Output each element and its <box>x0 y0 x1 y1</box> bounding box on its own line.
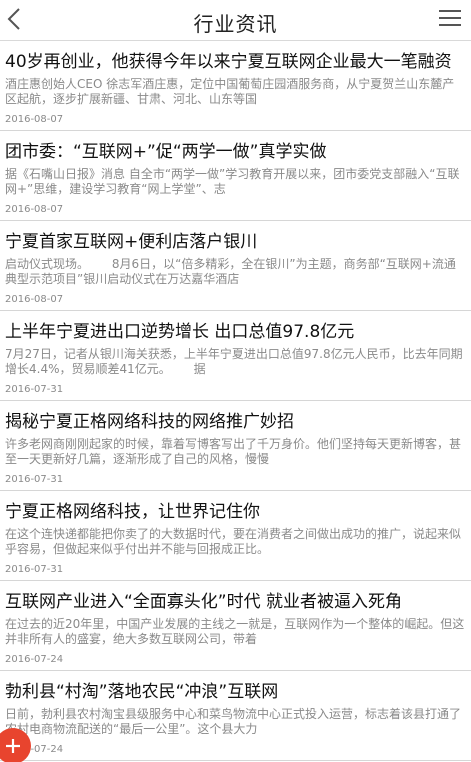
news-date: 2016-07-31 <box>5 564 64 575</box>
news-summary: 据《石嘴山日报》消息 自全市“两学一做”学习教育开展以来，团市委党支部融入“互联… <box>5 167 460 196</box>
news-summary: 许多老网商刚刚起家的时候，靠着写博客写出了千万身价。他们坚持每天更新博客，甚至一… <box>5 437 462 466</box>
news-summary: 在这个连快递都能把你卖了的大数据时代，要在消费者之间做出成功的推广，说起来似乎容… <box>5 527 462 556</box>
news-date: 2016-08-07 <box>5 114 64 125</box>
news-date: 2016-07-31 <box>5 474 64 485</box>
news-title: 勃利县“村淘”落地农民“冲浪”互联网 <box>5 682 279 702</box>
news-date: 2016-07-24 <box>5 654 64 665</box>
news-title: 宁夏首家互联网+便利店落户银川 <box>5 232 258 252</box>
news-list: 40岁再创业，他获得今年以来宁夏互联网企业最大一笔融资 酒庄惠创始人CEO 徐志… <box>0 41 471 762</box>
news-summary: 启动仪式现场。 8月6日，以“倍多精彩，全在银川”为主题，商务部“互联网+流通典… <box>5 257 456 286</box>
news-date: 2016-07-31 <box>5 384 64 395</box>
news-title: 40岁再创业，他获得今年以来宁夏互联网企业最大一笔融资 <box>5 52 452 72</box>
news-title: 互联网产业进入“全面寡头化”时代 就业者被逼入死角 <box>5 592 403 612</box>
news-item[interactable]: 揭秘宁夏正格网络科技的网络推广妙招 许多老网商刚刚起家的时候，靠着写博客写出了千… <box>0 401 471 491</box>
news-title: 上半年宁夏进出口逆势增长 出口总值97.8亿元 <box>5 322 355 342</box>
news-date: 2016-07-24 <box>5 744 64 755</box>
news-item[interactable]: 上半年宁夏进出口逆势增长 出口总值97.8亿元 7月27日，记者从银川海关获悉，… <box>0 311 471 401</box>
news-summary: 日前，勃利县农村淘宝县级服务中心和菜鸟物流中心正式投入运营，标志着该县打通了农村… <box>5 707 462 736</box>
news-summary: 在过去的近20年里，中国产业发展的主线之一就是，互联网作为一个整体的崛起。但这并… <box>5 617 465 646</box>
hamburger-menu-icon[interactable] <box>439 10 461 30</box>
news-summary: 7月27日，记者从银川海关获悉，上半年宁夏进出口总值97.8亿元人民币，比去年同… <box>5 347 463 376</box>
news-item[interactable]: 宁夏首家互联网+便利店落户银川 启动仪式现场。 8月6日，以“倍多精彩，全在银川… <box>0 221 471 311</box>
top-bar: 行业资讯 <box>0 0 471 41</box>
news-title: 宁夏正格网络科技，让世界记住你 <box>5 502 260 522</box>
news-title: 揭秘宁夏正格网络科技的网络推广妙招 <box>5 412 294 432</box>
news-item[interactable]: 团市委：“互联网+”促“两学一做”真学实做 据《石嘴山日报》消息 自全市“两学一… <box>0 131 471 221</box>
news-date: 2016-08-07 <box>5 294 64 305</box>
news-item[interactable]: 40岁再创业，他获得今年以来宁夏互联网企业最大一笔融资 酒庄惠创始人CEO 徐志… <box>0 41 471 131</box>
news-date: 2016-08-07 <box>5 204 64 215</box>
page-title: 行业资讯 <box>193 12 278 36</box>
news-item[interactable]: 互联网产业进入“全面寡头化”时代 就业者被逼入死角 在过去的近20年里，中国产业… <box>0 581 471 671</box>
news-summary: 酒庄惠创始人CEO 徐志军酒庄惠，定位中国葡萄庄园酒服务商，从宁夏贺兰山东麓产区… <box>5 77 455 106</box>
news-item[interactable]: 宁夏正格网络科技，让世界记住你 在这个连快递都能把你卖了的大数据时代，要在消费者… <box>0 491 471 581</box>
news-item[interactable]: 勃利县“村淘”落地农民“冲浪”互联网 日前，勃利县农村淘宝县级服务中心和菜鸟物流… <box>0 671 471 761</box>
add-button[interactable] <box>0 728 31 762</box>
plus-icon <box>6 739 20 753</box>
news-title: 团市委：“互联网+”促“两学一做”真学实做 <box>5 142 327 162</box>
